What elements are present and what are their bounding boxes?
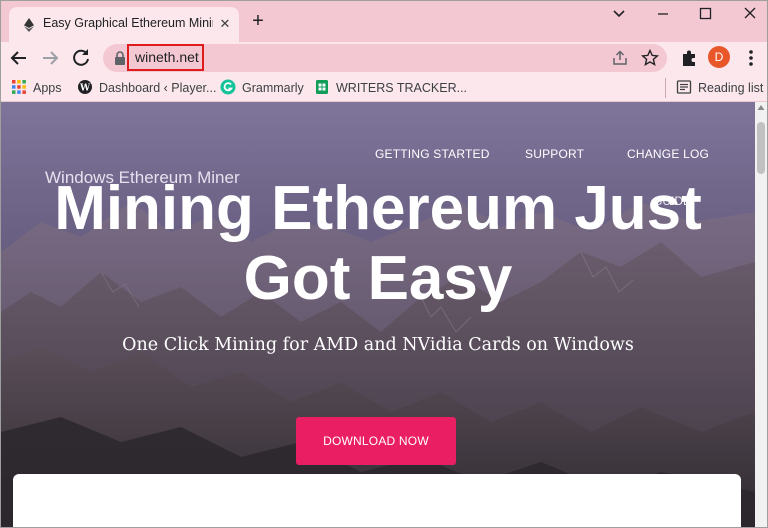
- address-bar[interactable]: wineth.net: [103, 44, 667, 72]
- close-window-icon[interactable]: [738, 5, 762, 23]
- scroll-up-arrow-icon[interactable]: [757, 104, 765, 112]
- hero-section: GETTING STARTED SUPPORT CHANGE LOG GUIDE…: [1, 102, 755, 527]
- browser-tab[interactable]: Easy Graphical Ethereum Mining S ✕: [9, 7, 239, 42]
- tab-title: Easy Graphical Ethereum Mining S: [43, 16, 213, 30]
- content-card: [13, 474, 741, 527]
- hero-subheadline: One Click Mining for AMD and NVidia Card…: [122, 335, 634, 355]
- sheets-icon: [316, 80, 328, 94]
- minimize-icon[interactable]: [651, 5, 675, 23]
- svg-text:W: W: [79, 84, 91, 94]
- reading-list-button[interactable]: Reading list: [676, 79, 763, 97]
- nav-getting-started[interactable]: GETTING STARTED: [375, 147, 490, 161]
- chevron-down-icon[interactable]: [607, 5, 631, 23]
- bookmark-star-icon[interactable]: [641, 49, 659, 67]
- browser-window: Easy Graphical Ethereum Mining S ✕ +: [0, 0, 768, 528]
- maximize-icon[interactable]: [693, 5, 717, 23]
- browser-toolbar: wineth.net D: [1, 42, 767, 74]
- bookmark-label: Dashboard ‹ Player...: [99, 81, 217, 95]
- url-text[interactable]: wineth.net: [135, 49, 199, 65]
- bookmarks-bar: Apps W Dashboard ‹ Player... Grammarly W…: [1, 74, 767, 102]
- new-tab-button[interactable]: +: [247, 11, 269, 33]
- share-icon[interactable]: [611, 49, 629, 67]
- nav-change-log[interactable]: CHANGE LOG: [627, 147, 709, 161]
- bookmark-writers-tracker[interactable]: WRITERS TRACKER...: [314, 79, 467, 97]
- page-scrollbar[interactable]: [755, 102, 767, 527]
- reload-icon[interactable]: [69, 46, 93, 70]
- bookmark-label: WRITERS TRACKER...: [336, 81, 468, 95]
- bookmark-grammarly[interactable]: Grammarly: [220, 79, 304, 97]
- bookmarks-divider: [665, 78, 666, 98]
- extensions-puzzle-icon[interactable]: [677, 46, 701, 70]
- profile-avatar[interactable]: D: [708, 46, 730, 68]
- bookmark-label: Grammarly: [242, 81, 304, 95]
- download-now-button[interactable]: DOWNLOAD NOW: [296, 417, 456, 465]
- reading-list-icon: [676, 80, 692, 94]
- grammarly-icon: [220, 79, 236, 95]
- reading-list-label: Reading list: [698, 81, 764, 95]
- wordpress-icon: W: [78, 80, 92, 94]
- webpage: GETTING STARTED SUPPORT CHANGE LOG GUIDE…: [1, 102, 767, 527]
- more-menu-icon[interactable]: [739, 46, 763, 70]
- tab-strip: Easy Graphical Ethereum Mining S ✕ +: [1, 1, 767, 42]
- hero-headline: Mining Ethereum Just Got Easy: [54, 174, 702, 313]
- lock-icon[interactable]: [113, 50, 127, 66]
- tab-close-icon[interactable]: ✕: [217, 16, 233, 32]
- bookmark-apps[interactable]: Apps: [11, 79, 62, 97]
- bookmark-dashboard[interactable]: W Dashboard ‹ Player...: [77, 79, 216, 97]
- back-arrow-icon[interactable]: [7, 46, 31, 70]
- apps-grid-icon: [12, 80, 26, 94]
- forward-arrow-icon[interactable]: [38, 46, 62, 70]
- scroll-thumb[interactable]: [757, 122, 765, 174]
- ethereum-icon: [24, 18, 34, 32]
- bookmark-label: Apps: [33, 81, 62, 95]
- nav-support[interactable]: SUPPORT: [525, 147, 584, 161]
